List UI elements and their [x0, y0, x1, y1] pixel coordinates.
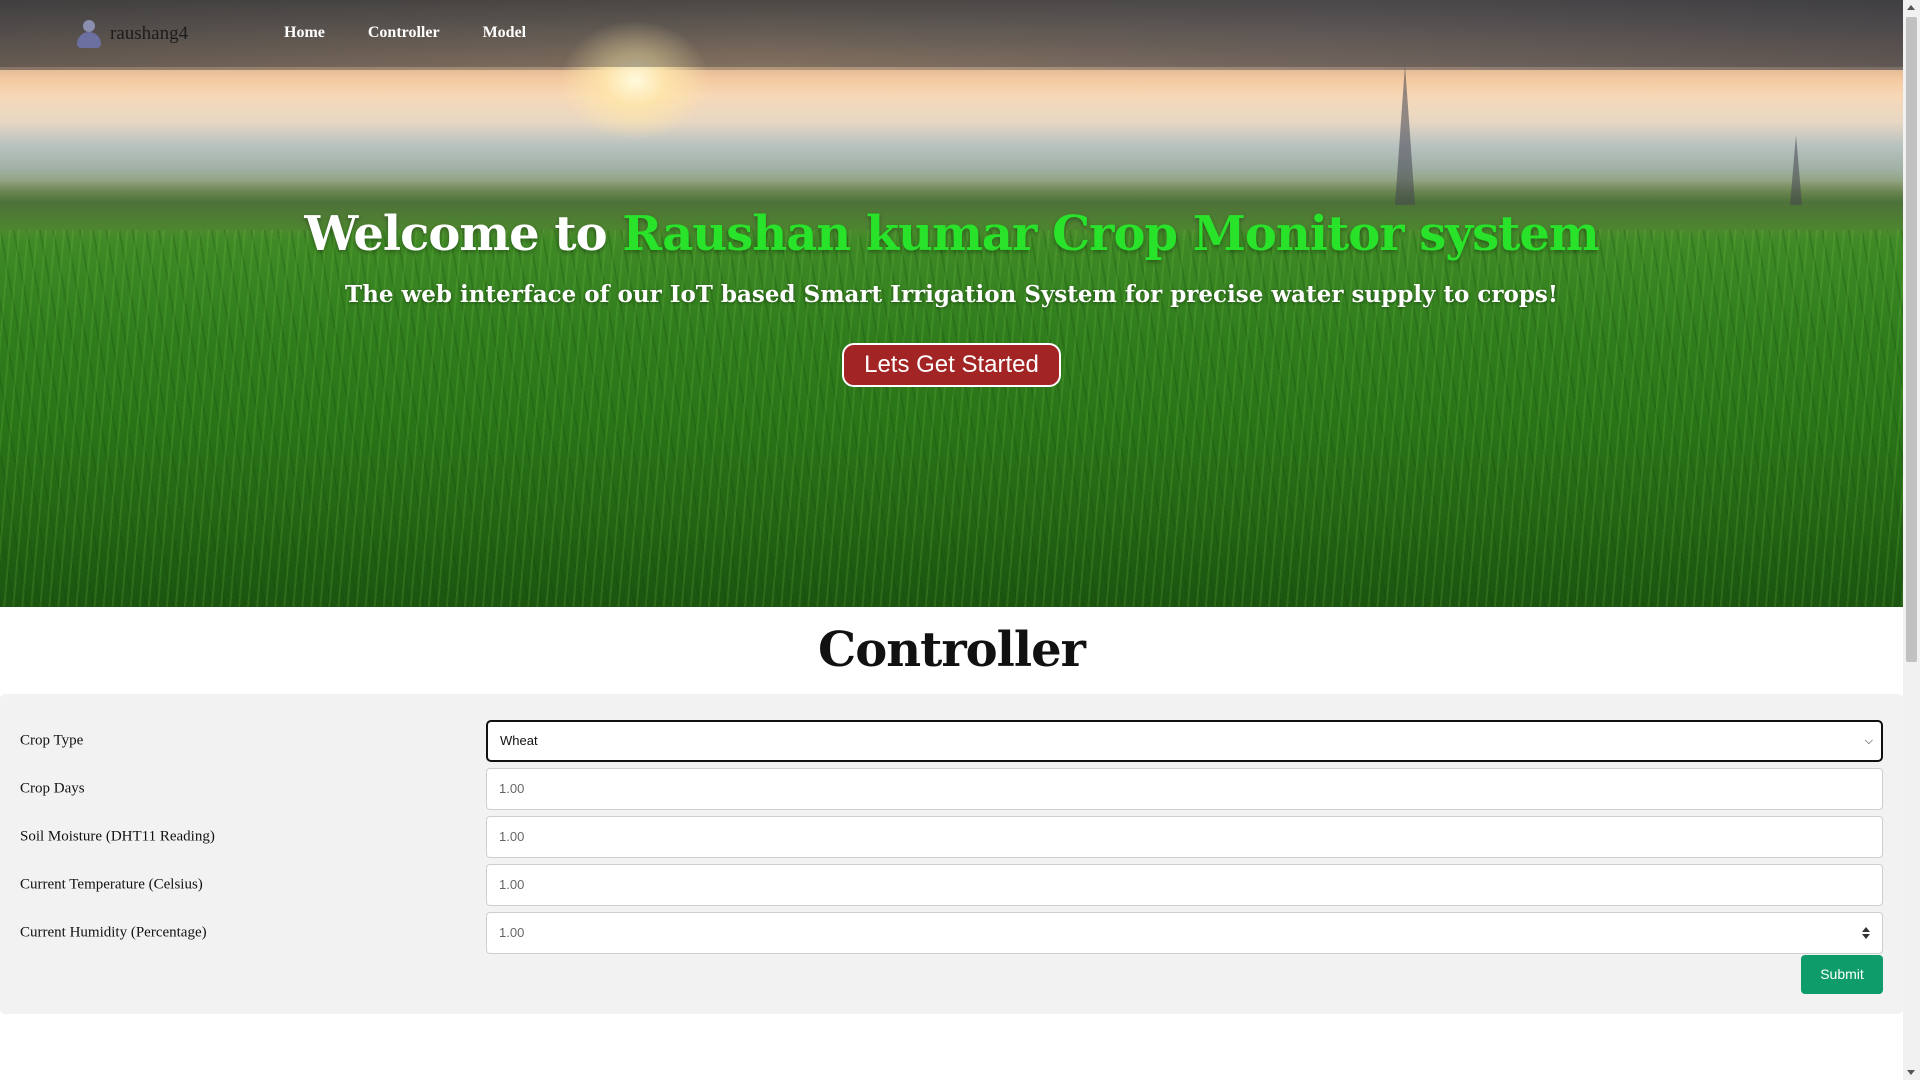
temperature-label: Current Temperature (Celsius): [20, 876, 203, 893]
user-logo-icon: [74, 18, 104, 50]
hero-title-prefix: Welcome to: [304, 206, 623, 262]
humidity-label: Current Humidity (Percentage): [20, 924, 207, 941]
controller-title: Controller: [818, 622, 1086, 678]
crop-days-value: 1.00: [499, 781, 525, 796]
nav-link-home[interactable]: Home: [284, 24, 325, 42]
hero-subtitle: The web interface of our IoT based Smart…: [345, 281, 1558, 308]
form-row-temperature: Current Temperature (Celsius) 1.00: [20, 864, 1883, 906]
temperature-input[interactable]: 1.00: [486, 864, 1883, 906]
nav-link-controller[interactable]: Controller: [368, 24, 440, 42]
hero-title: Welcome to Raushan kumar Crop Monitor sy…: [0, 206, 1903, 262]
crop-type-select[interactable]: Wheat ⌵: [486, 720, 1883, 762]
form-row-humidity: Current Humidity (Percentage) 1.00: [20, 912, 1883, 954]
scroll-up-arrow-icon[interactable]: [1907, 5, 1915, 10]
form-row-crop-days: Crop Days 1.00: [20, 768, 1883, 810]
nav-links: Home Controller Model: [284, 24, 569, 42]
crop-days-input[interactable]: 1.00: [486, 768, 1883, 810]
soil-moisture-input[interactable]: 1.00: [486, 816, 1883, 858]
power-tower-icon: [1790, 135, 1802, 205]
brand[interactable]: raushang4: [74, 18, 188, 50]
top-navbar: raushang4 Home Controller Model: [0, 0, 1903, 67]
scrollbar-thumb[interactable]: [1906, 17, 1917, 662]
humidity-input[interactable]: 1.00: [486, 912, 1883, 954]
crop-type-label: Crop Type: [20, 732, 84, 749]
power-tower-icon: [1395, 65, 1415, 205]
form-row-crop-type: Crop Type Wheat ⌵: [20, 720, 1883, 762]
humidity-value: 1.00: [499, 925, 525, 940]
scroll-down-arrow-icon[interactable]: [1907, 1070, 1915, 1075]
form-row-soil-moisture: Soil Moisture (DHT11 Reading) 1.00: [20, 816, 1883, 858]
chevron-down-icon: ⌵: [1864, 735, 1873, 747]
page-scrollbar[interactable]: [1903, 0, 1920, 1080]
hero-section: Welcome to Raushan kumar Crop Monitor sy…: [0, 0, 1903, 607]
nav-link-model[interactable]: Model: [483, 24, 527, 42]
get-started-button[interactable]: Lets Get Started: [842, 343, 1061, 387]
soil-moisture-value: 1.00: [499, 829, 525, 844]
soil-moisture-label: Soil Moisture (DHT11 Reading): [20, 828, 215, 845]
submit-button[interactable]: Submit: [1801, 955, 1883, 994]
crop-type-selected-value: Wheat: [500, 733, 538, 748]
spinner-icon[interactable]: [1862, 926, 1870, 940]
temperature-value: 1.00: [499, 877, 525, 892]
crop-days-label: Crop Days: [20, 780, 85, 797]
hero-title-accent: Raushan kumar Crop Monitor system: [622, 206, 1599, 262]
brand-name: raushang4: [110, 23, 189, 44]
